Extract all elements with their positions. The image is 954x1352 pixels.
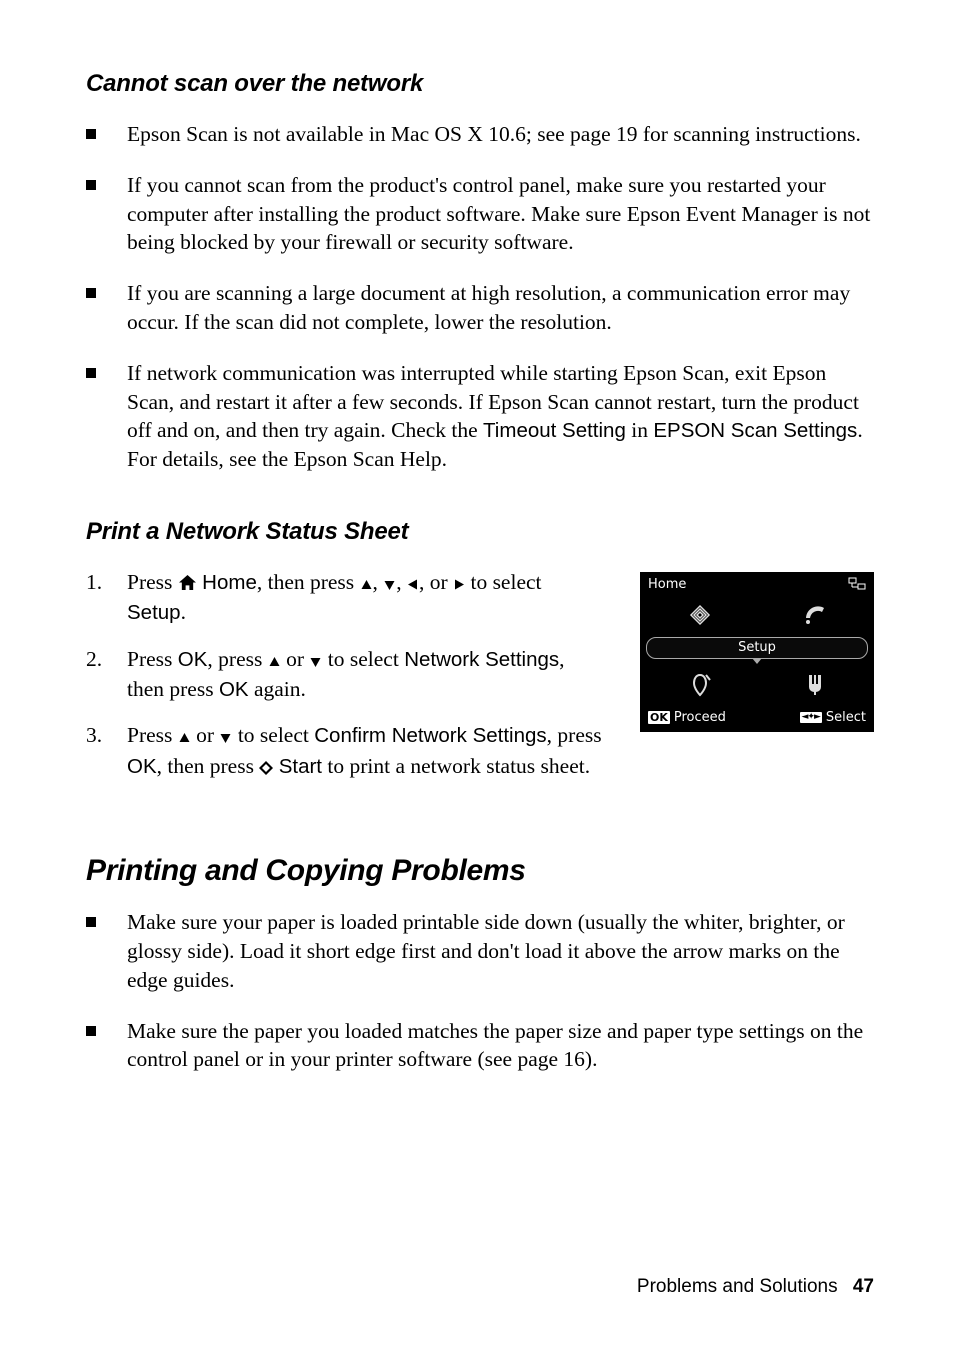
ui-label-ok: OK: [219, 678, 249, 701]
triangle-right-icon: [453, 570, 465, 598]
list-item: Make sure the paper you loaded matches t…: [86, 1017, 874, 1075]
bullet-list-cannot-scan: Epson Scan is not available in Mac OS X …: [86, 120, 874, 474]
list-item: If network communication was interrupted…: [86, 359, 874, 474]
scan-icon: [685, 600, 715, 630]
lcd-title: Home: [648, 577, 686, 592]
triangle-down-icon: [383, 570, 396, 598]
home-icon: [178, 570, 197, 598]
lcd-select-hint: ◄✦► Select: [800, 710, 867, 725]
list-item: Epson Scan is not available in Mac OS X …: [86, 120, 874, 149]
footer-section: Problems and Solutions: [637, 1276, 838, 1297]
lcd-ok-hint: OK Proceed: [648, 710, 726, 725]
ui-label-epson-scan-settings: EPSON Scan Settings: [653, 419, 857, 442]
list-item: If you are scanning a large document at …: [86, 279, 874, 337]
list-item: Press OK, press or to select Network Set…: [86, 645, 604, 704]
arrows-badge: ◄✦►: [800, 712, 822, 723]
triangle-left-icon: [407, 570, 419, 598]
lcd-select-label: Select: [826, 710, 866, 725]
ui-label-timeout-setting: Timeout Setting: [483, 419, 626, 442]
ui-label-network-settings: Network Settings: [404, 648, 559, 671]
body-text: Press: [127, 723, 178, 747]
lcd-proceed-label: Proceed: [674, 710, 726, 725]
ui-label-home: Home: [202, 571, 257, 594]
ui-label-setup: Setup: [127, 601, 181, 624]
body-text: , press: [207, 647, 267, 671]
ui-label-confirm-network-settings: Confirm Network Settings: [314, 724, 546, 747]
photo-icon: [800, 602, 830, 628]
page-number: 47: [853, 1276, 874, 1297]
page-footer: Problems and Solutions 47: [637, 1276, 874, 1298]
heading-cannot-scan: Cannot scan over the network: [86, 70, 874, 98]
ui-label-start: Start: [279, 755, 322, 778]
wifi-icon: [848, 577, 866, 591]
triangle-up-icon: [178, 723, 191, 751]
triangle-up-icon: [360, 570, 373, 598]
body-text: in: [626, 418, 653, 442]
ui-label-ok: OK: [127, 755, 157, 778]
ok-badge: OK: [648, 711, 670, 724]
body-text: , then press: [257, 570, 360, 594]
heading-printing-copying: Printing and Copying Problems: [86, 854, 874, 888]
body-text: , then press: [157, 754, 260, 778]
body-text: to select: [465, 570, 541, 594]
list-item: If you cannot scan from the product's co…: [86, 171, 874, 257]
bullet-list-printing: Make sure your paper is loaded printable…: [86, 908, 874, 1074]
triangle-up-icon: [268, 647, 281, 675]
triangle-down-icon: [309, 647, 322, 675]
lcd-screenshot: Home Setup: [640, 572, 874, 732]
triangle-down-icon: [219, 723, 232, 751]
body-text: Press: [127, 570, 178, 594]
list-item: Make sure your paper is loaded printable…: [86, 908, 874, 994]
body-text: again.: [249, 677, 306, 701]
body-text: Press: [127, 647, 178, 671]
heading-print-network-status: Print a Network Status Sheet: [86, 518, 874, 546]
body-text: to select: [232, 723, 314, 747]
body-text: to select: [322, 647, 404, 671]
list-item: Press or to select Confirm Network Setti…: [86, 721, 604, 782]
list-item: Press Home, then press , , , or to selec…: [86, 568, 604, 627]
ui-label-ok: OK: [178, 648, 208, 671]
setup-icon: [802, 672, 828, 698]
ordered-steps: Press Home, then press , , , or to selec…: [86, 568, 604, 800]
diamond-icon: [259, 754, 273, 782]
body-text: .: [181, 600, 186, 624]
body-text: to print a network status sheet.: [322, 754, 590, 778]
body-text: , press: [547, 723, 602, 747]
lcd-selected-label: Setup: [646, 637, 868, 659]
maintenance-icon: [686, 672, 714, 698]
